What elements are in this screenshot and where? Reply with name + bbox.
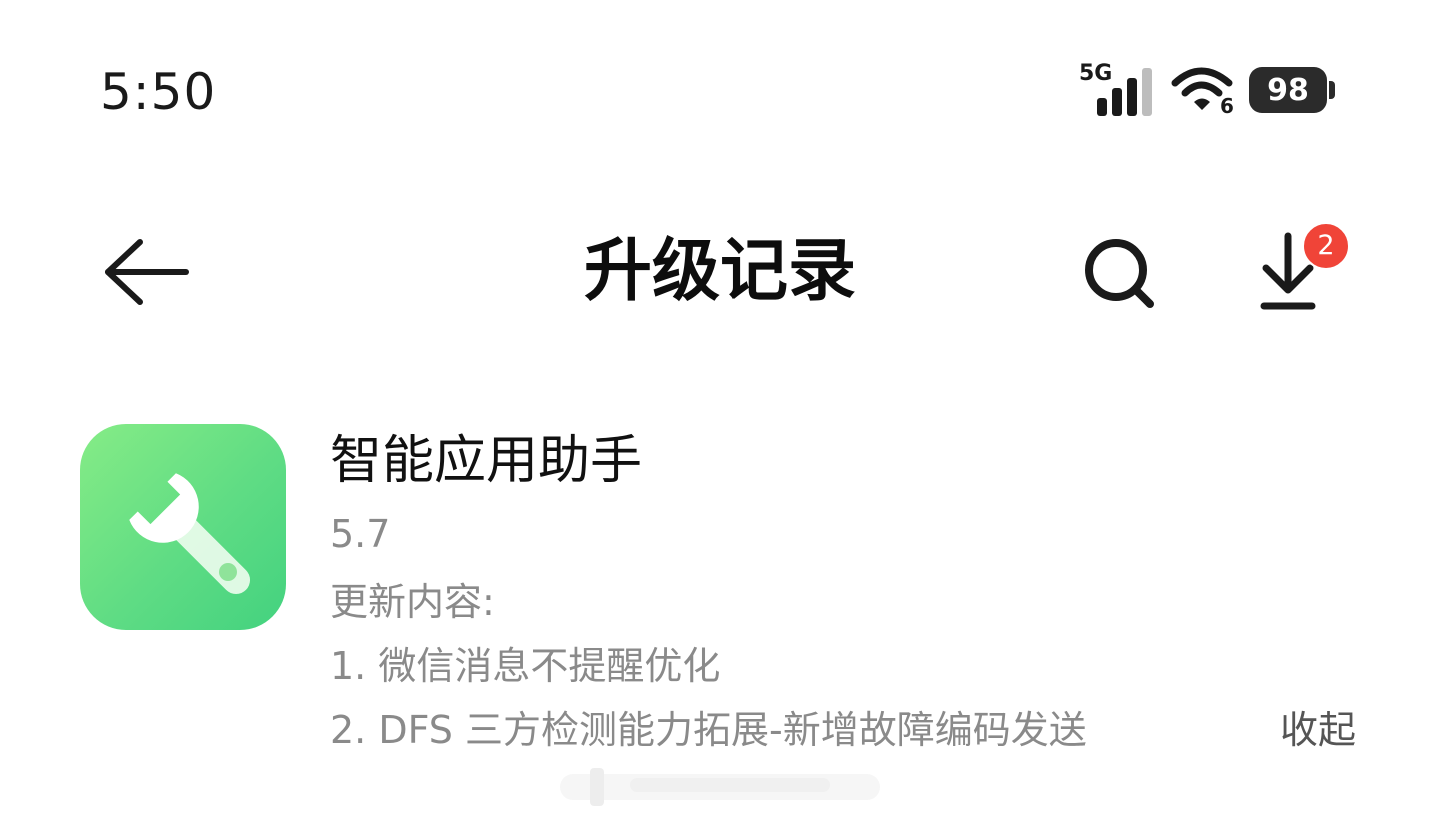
app-name: 智能应用助手 [330,431,643,491]
page-title: 升级记录 [583,232,856,311]
collapse-button[interactable]: 收起 [1280,704,1356,756]
app-version: 5.7 [330,512,391,556]
release-notes-heading: 更新内容: [330,580,495,624]
battery-cap [1329,81,1335,99]
app-icon[interactable] [80,424,286,630]
release-note-item: 1. 微信消息不提醒优化 [330,644,721,688]
wifi-icon: 6 [1171,67,1234,115]
search-icon [1085,239,1154,308]
status-icons: 5G 6 98 [1079,62,1335,118]
signal-bars [1097,68,1152,116]
battery-level: 98 [1249,67,1327,113]
wrench-icon [129,473,251,595]
status-time: 5:50 [100,63,217,121]
search-button[interactable] [1080,234,1160,314]
download-button[interactable]: 2 [1252,222,1352,322]
back-button[interactable] [100,236,192,308]
download-count-badge: 2 [1302,222,1350,270]
battery-icon: 98 [1249,67,1335,113]
arrow-left-icon [105,239,189,305]
blurred-watermark [560,768,880,806]
wifi-generation-label: 6 [1220,94,1234,115]
cellular-signal-icon: 5G [1079,62,1157,118]
release-note-item: 2. DFS 三方检测能力拓展-新增故障编码发送 [330,708,1087,752]
